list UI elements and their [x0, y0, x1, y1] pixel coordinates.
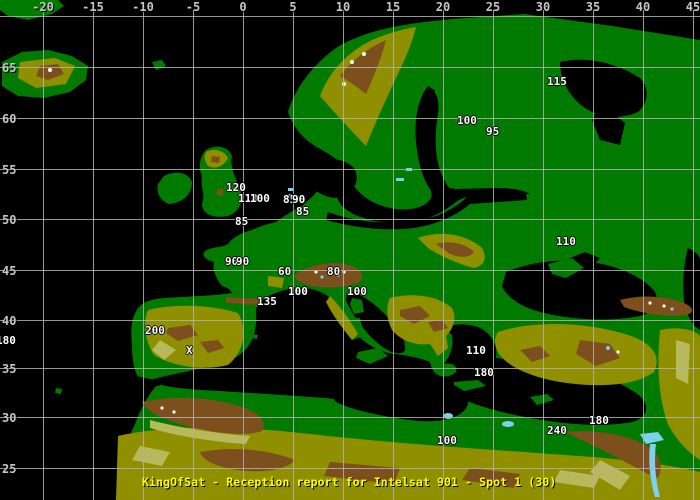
- reception-value-label: 85: [296, 205, 310, 218]
- reception-value-label: 100: [457, 114, 477, 127]
- grid-line-vertical: [193, 10, 194, 500]
- longitude-label: 5: [289, 0, 297, 14]
- grid-line-vertical: [343, 10, 344, 500]
- latitude-label: 35: [2, 362, 17, 376]
- longitude-label: 20: [435, 0, 451, 14]
- grid-line-horizontal: [0, 270, 700, 271]
- latitude-label: 50: [2, 213, 17, 227]
- longitude-label: -20: [32, 0, 54, 14]
- longitude-label: 10: [335, 0, 351, 14]
- reception-value-label: 135: [257, 295, 277, 308]
- reception-value-label: 85: [235, 215, 249, 228]
- longitude-label: 25: [485, 0, 501, 14]
- grid-line-horizontal: [0, 67, 700, 68]
- grid-line-horizontal: [0, 219, 700, 220]
- longitude-label: 35: [585, 0, 601, 14]
- latitude-label: 65: [2, 61, 17, 75]
- map-title: KingOfSat - Reception report for Intelsa…: [142, 475, 557, 489]
- grid-line-vertical: [493, 10, 494, 500]
- longitude-label: 30: [535, 0, 551, 14]
- grid-line-vertical: [143, 10, 144, 500]
- reception-value-label: 115: [547, 75, 567, 88]
- latitude-label: 55: [2, 163, 17, 177]
- reception-value-label: 80: [327, 265, 341, 278]
- grid-line-vertical: [543, 10, 544, 500]
- location-x-marker: X: [186, 344, 193, 357]
- reception-map: -20 -15 -10 -5 0 5 10 15 20 25 30 35 40 45 65 60 55 50 45…: [0, 0, 700, 500]
- grid-line-vertical: [93, 10, 94, 500]
- grid-line-vertical: [643, 10, 644, 500]
- reception-value-label: 100: [347, 285, 367, 298]
- longitude-label: 40: [635, 0, 651, 14]
- longitude-label: 15: [385, 0, 401, 14]
- latitude-label: 30: [2, 411, 17, 425]
- longitude-label: 0: [239, 0, 247, 14]
- grid-line-horizontal: [0, 320, 700, 321]
- madeira: [55, 388, 62, 394]
- longitude-label: -5: [185, 0, 201, 14]
- reception-value-label: 200: [145, 324, 165, 337]
- latitude-label: 45: [2, 264, 17, 278]
- grid-line-horizontal: [0, 16, 700, 17]
- reception-value-label: 60: [278, 265, 292, 278]
- reception-value-label: 100: [288, 285, 308, 298]
- reception-value-label: 90: [236, 255, 250, 268]
- latitude-label: 60: [2, 112, 17, 126]
- longitude-label: -15: [82, 0, 104, 14]
- grid-line-vertical: [293, 10, 294, 500]
- latitude-label: 40: [2, 314, 17, 328]
- reception-value-label: 110: [466, 344, 486, 357]
- grid-line-horizontal: [0, 118, 700, 119]
- reception-value-label: 240: [547, 424, 567, 437]
- grid-line-horizontal: [0, 169, 700, 170]
- longitude-label: 45: [685, 0, 700, 14]
- reception-value-label: 100: [437, 434, 457, 447]
- reception-value-label: 180: [474, 366, 494, 379]
- grid-line-vertical: [443, 10, 444, 500]
- reception-value-label: 100: [250, 192, 270, 205]
- grid-line-vertical: [393, 10, 394, 500]
- reception-value-label: 180: [0, 334, 16, 347]
- reception-value-label: 180: [589, 414, 609, 427]
- longitude-label: -10: [132, 0, 154, 14]
- grid-line-vertical: [43, 10, 44, 500]
- grid-line-horizontal: [0, 368, 700, 369]
- grampians: [211, 156, 220, 163]
- grid-line-horizontal: [0, 468, 700, 469]
- reception-value-label: 110: [556, 235, 576, 248]
- grid-line-vertical: [693, 10, 694, 500]
- latitude-label: 25: [2, 462, 17, 476]
- reception-value-label: 95: [486, 125, 500, 138]
- reception-value-label: 90: [292, 193, 306, 206]
